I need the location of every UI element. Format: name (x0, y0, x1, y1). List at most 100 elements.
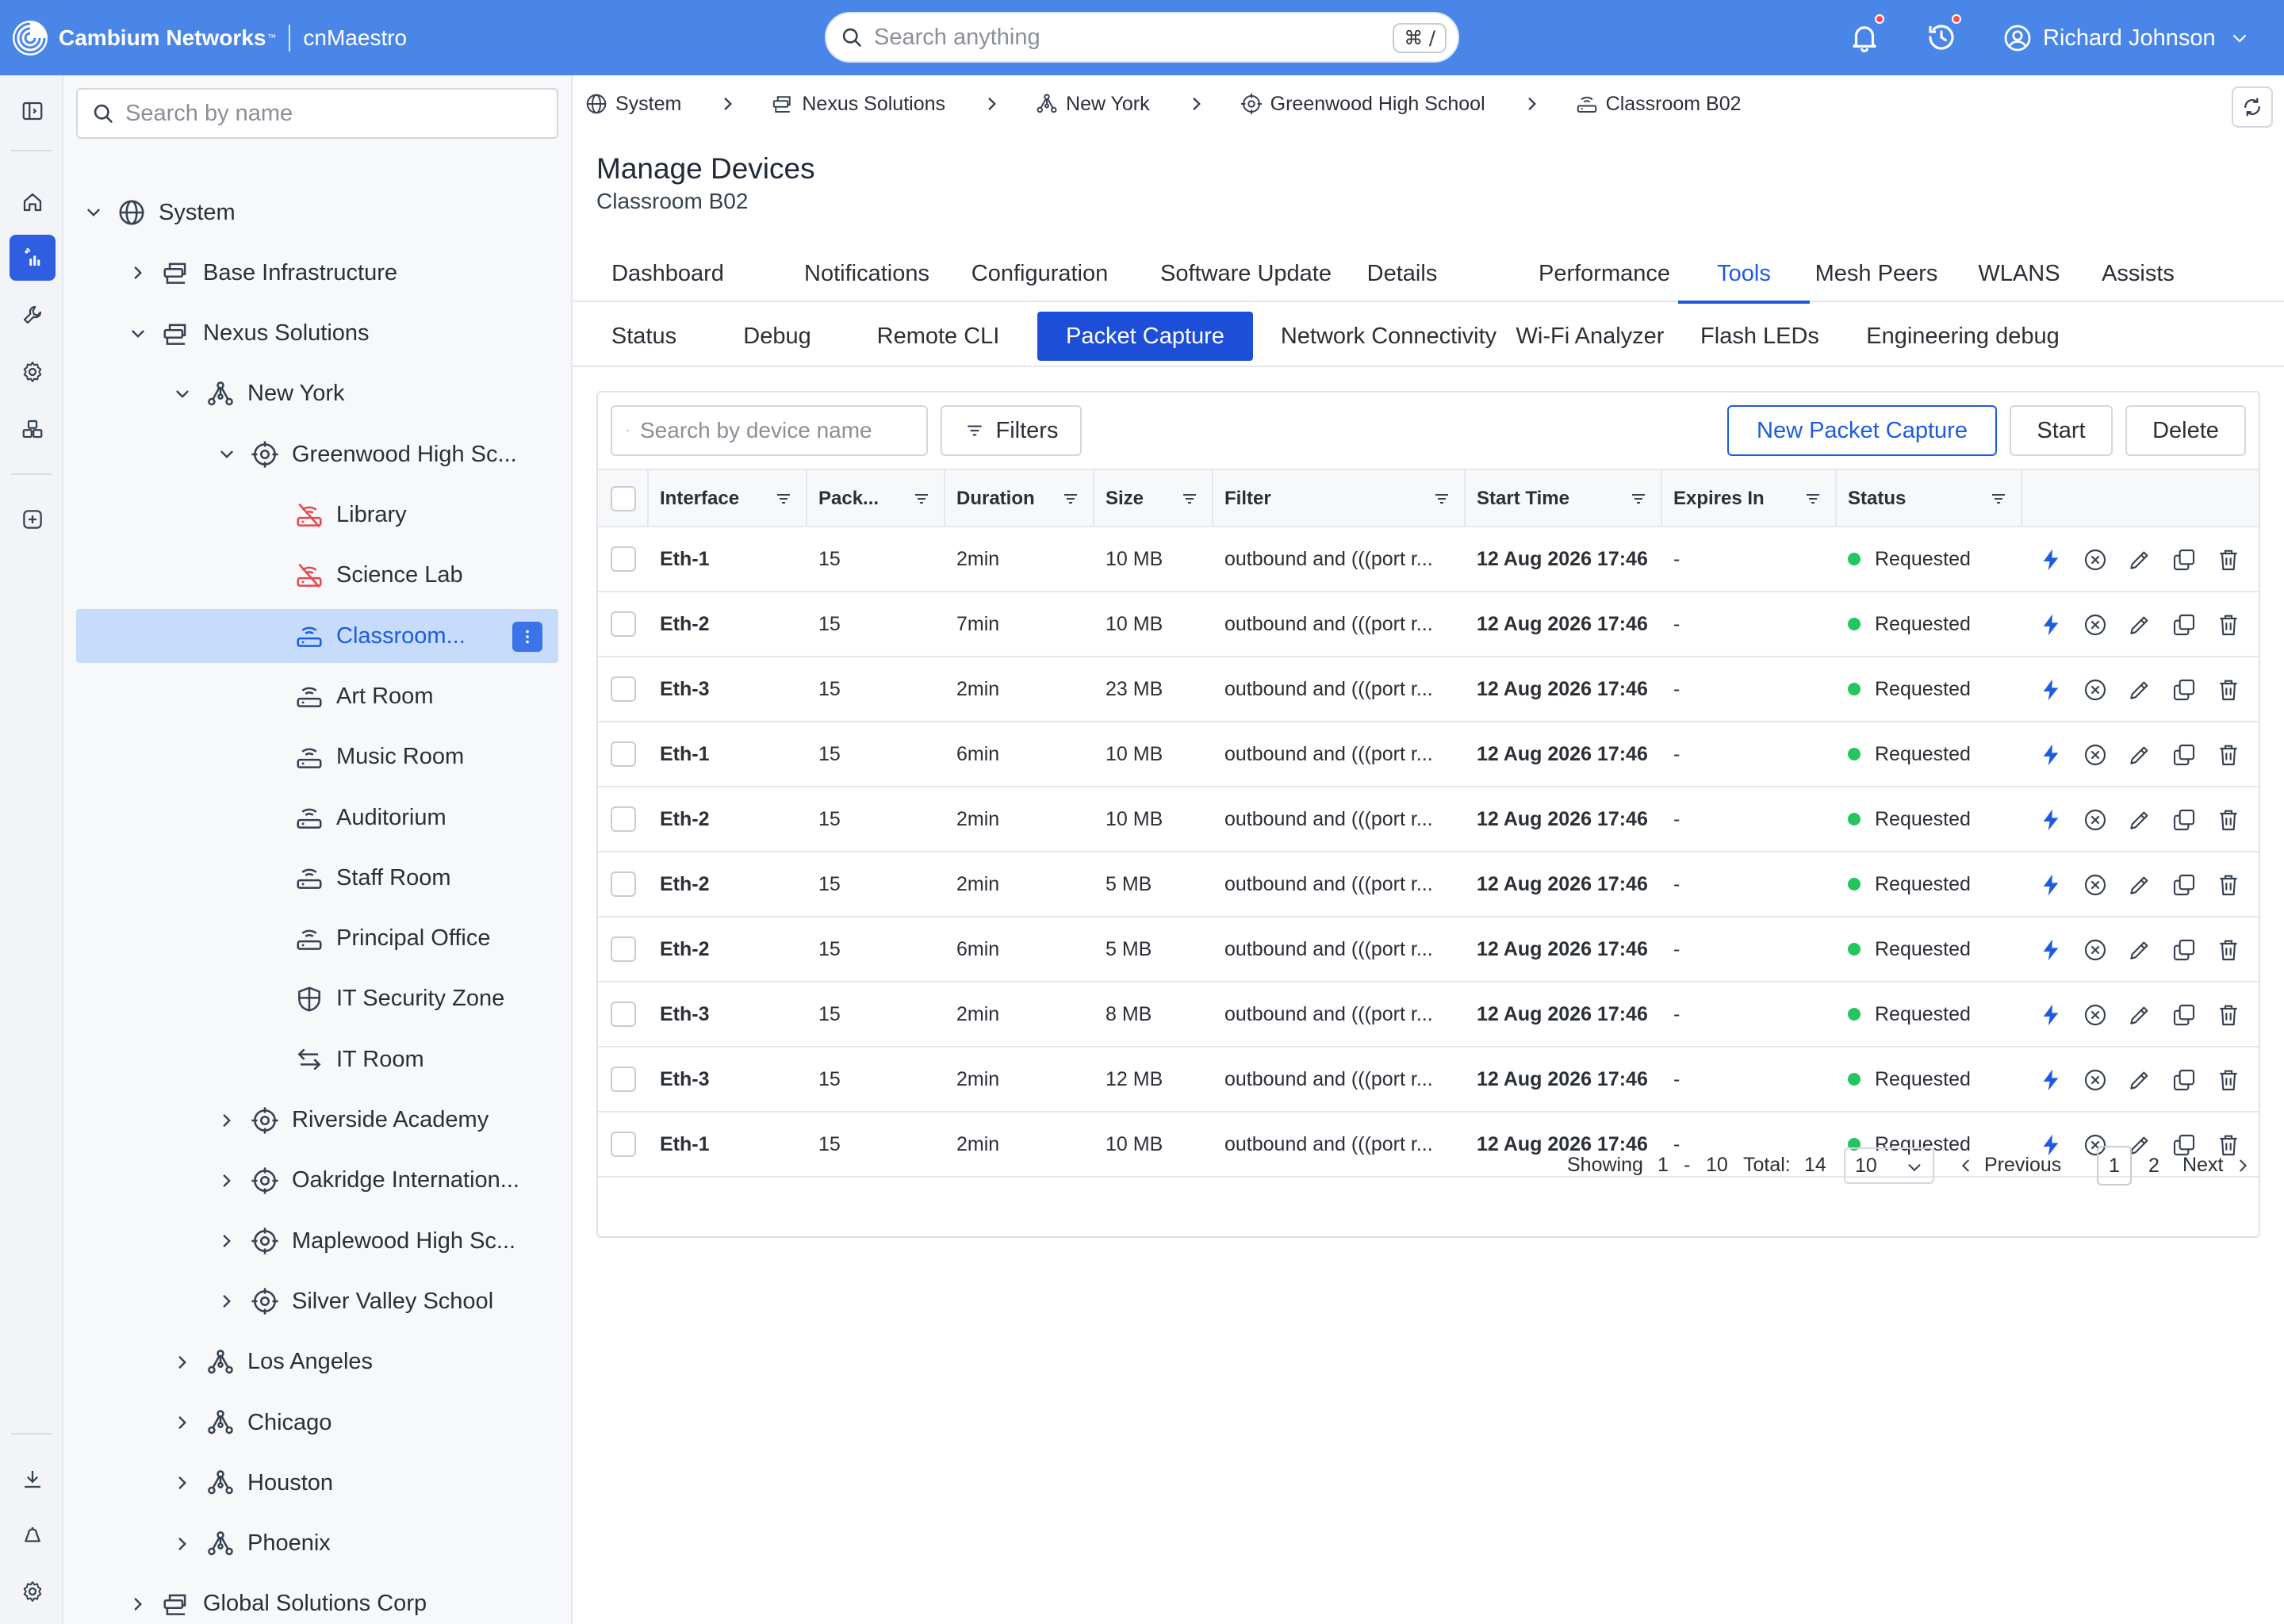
nav-alerts[interactable] (10, 1512, 56, 1558)
page-1-button[interactable]: 1 (2097, 1146, 2132, 1185)
tab-dashboard[interactable]: Dashboard (595, 245, 741, 302)
column-filter-button[interactable] (1629, 489, 1648, 508)
copy-action-button[interactable] (2170, 806, 2198, 834)
nav-add[interactable] (10, 496, 56, 542)
tree-item-it-security-zone[interactable]: IT Security Zone (76, 972, 558, 1026)
page-size-select[interactable]: 10 (1844, 1147, 1934, 1184)
new-packet-capture-button[interactable]: New Packet Capture (1727, 405, 1997, 456)
notifications-button[interactable] (1848, 14, 1884, 54)
column-filter-button[interactable] (1432, 489, 1451, 508)
cancel-circle-action-button[interactable] (2081, 806, 2110, 834)
filters-button[interactable]: Filters (941, 405, 1082, 456)
trash-action-button[interactable] (2214, 871, 2243, 899)
pencil-action-button[interactable] (2125, 871, 2154, 899)
trash-action-button[interactable] (2214, 611, 2243, 639)
table-row[interactable]: Eth-2 15 2min 5 MB outbound and (((port r...… (598, 852, 2259, 917)
row-checkbox[interactable] (611, 676, 636, 702)
pencil-action-button[interactable] (2125, 546, 2154, 574)
breadcrumb-system[interactable]: System (584, 91, 681, 117)
activity-button[interactable] (1925, 14, 1961, 54)
tree-expander[interactable] (127, 1593, 149, 1615)
row-checkbox[interactable] (611, 936, 636, 962)
table-row[interactable]: Eth-3 15 2min 12 MB outbound and (((port r..… (598, 1048, 2259, 1113)
copy-action-button[interactable] (2170, 936, 2198, 964)
trash-action-button[interactable] (2214, 1001, 2243, 1029)
column-filter-button[interactable] (1803, 489, 1822, 508)
pencil-action-button[interactable] (2125, 936, 2154, 964)
tree-item-new-york[interactable]: New York (76, 367, 558, 421)
cancel-circle-action-button[interactable] (2081, 1066, 2110, 1094)
previous-button[interactable]: Previous (1957, 1154, 2061, 1177)
table-row[interactable]: Eth-2 15 2min 10 MB outbound and (((port r..… (598, 787, 2259, 852)
cancel-circle-action-button[interactable] (2081, 936, 2110, 964)
tree-item-system[interactable]: System (76, 186, 558, 239)
bolt-action-button[interactable] (2037, 741, 2065, 769)
table-row[interactable]: Eth-3 15 2min 23 MB outbound and (((port r..… (598, 657, 2259, 722)
breadcrumb-nexus-solutions[interactable]: Nexus Solutions (770, 91, 945, 117)
tree-item-chicago[interactable]: Chicago (76, 1396, 558, 1450)
column-filter-button[interactable] (912, 489, 931, 508)
tree-item-houston[interactable]: Houston (76, 1456, 558, 1510)
cancel-circle-action-button[interactable] (2081, 871, 2110, 899)
tree-item-classroom[interactable]: Classroom... (76, 609, 558, 664)
tree-item-library[interactable]: Library (76, 488, 558, 542)
tree-expander[interactable] (171, 383, 194, 405)
column-header-interface[interactable]: Interface (649, 470, 807, 527)
tree-item-art-room[interactable]: Art Room (76, 669, 558, 723)
tab-configuration[interactable]: Configuration (950, 245, 1129, 302)
tab-notifications[interactable]: Notifications (763, 245, 971, 302)
nav-home[interactable] (10, 179, 56, 225)
bolt-action-button[interactable] (2037, 871, 2065, 899)
tree-expander[interactable] (171, 1351, 194, 1373)
trash-action-button[interactable] (2214, 676, 2243, 704)
user-menu[interactable]: Richard Johnson (2003, 21, 2249, 56)
nav-settings[interactable] (10, 1568, 56, 1614)
tab-software-update[interactable]: Software Update (1142, 245, 1350, 302)
nav-tools[interactable] (10, 292, 56, 338)
subtab-wi-fi-analyzer[interactable]: Wi-Fi Analyzer (1494, 312, 1686, 361)
table-row[interactable]: Eth-1 15 2min 10 MB outbound and (((port r..… (598, 527, 2259, 592)
tree-expander[interactable] (171, 1472, 194, 1494)
tree-item-nexus-solutions[interactable]: Nexus Solutions (76, 307, 558, 361)
subtab-packet-capture[interactable]: Packet Capture (1037, 312, 1253, 361)
copy-action-button[interactable] (2170, 1066, 2198, 1094)
bolt-action-button[interactable] (2037, 1001, 2065, 1029)
tree-item-silver-valley-school[interactable]: Silver Valley School (76, 1274, 558, 1328)
nav-configure[interactable] (10, 349, 56, 395)
cancel-circle-action-button[interactable] (2081, 741, 2110, 769)
device-search-input[interactable] (640, 418, 926, 443)
tree-item-maplewood-high-sc[interactable]: Maplewood High Sc... (76, 1214, 558, 1268)
pencil-action-button[interactable] (2125, 676, 2154, 704)
nav-monitor[interactable] (10, 235, 56, 281)
row-checkbox[interactable] (611, 1067, 636, 1092)
subtab-network-connectivity[interactable]: Network Connectivity (1278, 312, 1499, 361)
tab-details[interactable]: Details (1351, 245, 1453, 302)
global-search-input[interactable] (874, 24, 1458, 51)
tree-expander[interactable] (216, 1170, 238, 1192)
item-menu-button[interactable] (512, 622, 542, 653)
column-header-expires-in[interactable]: Expires In (1662, 470, 1837, 527)
cancel-circle-action-button[interactable] (2081, 1001, 2110, 1029)
tab-tools[interactable]: Tools (1678, 245, 1810, 304)
subtab-engineering-debug[interactable]: Engineering debug (1849, 312, 2076, 361)
trash-action-button[interactable] (2214, 546, 2243, 574)
tab-assists[interactable]: Assists (2075, 245, 2202, 302)
nav-downloads[interactable] (10, 1456, 56, 1502)
pencil-action-button[interactable] (2125, 611, 2154, 639)
cancel-circle-action-button[interactable] (2081, 611, 2110, 639)
tab-mesh-peers[interactable]: Mesh Peers (1792, 245, 1960, 302)
row-checkbox[interactable] (611, 806, 636, 832)
copy-action-button[interactable] (2170, 676, 2198, 704)
tree-item-los-angeles[interactable]: Los Angeles (76, 1335, 558, 1389)
breadcrumb-new-york[interactable]: New York (1034, 91, 1150, 117)
tree-item-auditorium[interactable]: Auditorium (76, 791, 558, 845)
subtab-flash-leds[interactable]: Flash LEDs (1688, 312, 1832, 361)
pencil-action-button[interactable] (2125, 1066, 2154, 1094)
start-button[interactable]: Start (2010, 405, 2113, 456)
bolt-action-button[interactable] (2037, 936, 2065, 964)
tree-item-principal-office[interactable]: Principal Office (76, 912, 558, 966)
row-checkbox[interactable] (611, 546, 636, 572)
column-header-pack[interactable]: Pack... (807, 470, 945, 527)
delete-button[interactable]: Delete (2125, 405, 2246, 456)
pencil-action-button[interactable] (2125, 806, 2154, 834)
